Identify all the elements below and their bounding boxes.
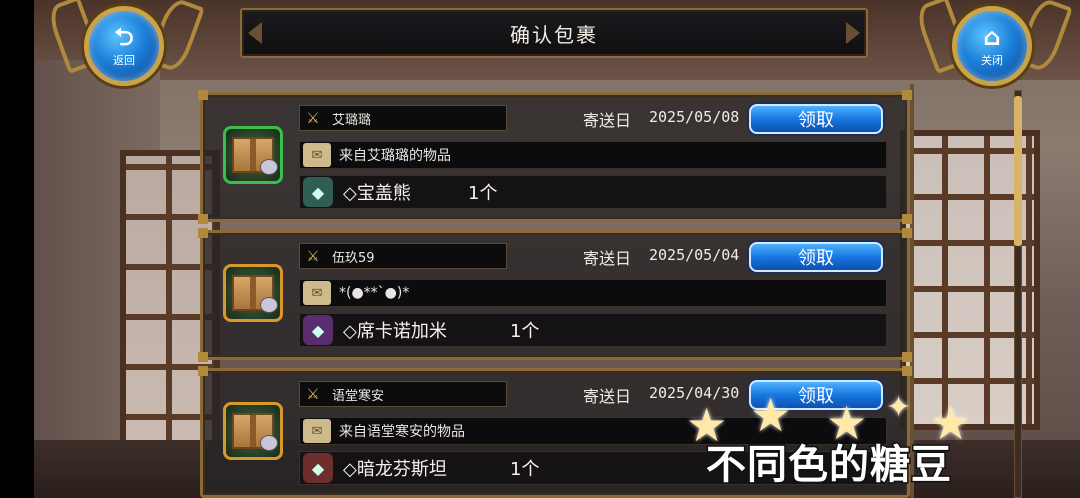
card-corner xyxy=(198,214,208,224)
item-name: ◇席卡诺加米 xyxy=(343,321,447,342)
letter-scroll-icon: ✉ xyxy=(303,281,331,305)
sender-name: 艾璐璐 xyxy=(332,112,372,128)
sender-icon: ⚔ xyxy=(306,385,320,403)
claim-button[interactable]: 领取 xyxy=(749,242,883,272)
sender-icon: ⚔ xyxy=(306,247,320,265)
send-date-label: 寄送日 xyxy=(583,249,632,268)
page-title: 确认包裹 xyxy=(510,22,598,47)
item-name: ◇宝盖熊 xyxy=(343,183,411,204)
package-icon xyxy=(223,264,283,322)
sender-name: 语堂寒安 xyxy=(332,388,385,404)
list-scrollbar-thumb[interactable] xyxy=(1014,96,1022,246)
message-text: 来自艾璐璐的物品 xyxy=(339,148,451,164)
send-date: 2025/05/08 xyxy=(649,108,740,126)
item-gem-icon: ◆ xyxy=(303,177,333,207)
message-text: 来自语堂寒安的物品 xyxy=(339,424,465,440)
caption-text: 不同色的糖豆 xyxy=(705,441,953,490)
sender-field: ⚔ 伍玖59 xyxy=(299,243,507,269)
item-field: ◆ ◇宝盖熊 1个 xyxy=(299,175,887,209)
claim-button[interactable]: 领取 xyxy=(749,104,883,134)
card-corner xyxy=(902,352,912,362)
card-corner xyxy=(198,366,208,376)
message-field: ✉ *(●**`●)* xyxy=(299,279,887,307)
bear-face-icon xyxy=(260,435,278,451)
close-button-label: 关闭 xyxy=(981,54,1003,67)
card-corner xyxy=(902,214,912,224)
mail-card: ⚔ 伍玖59 寄送日 2025/05/04 领取 ✉ *(●**`●)* ◆ ◇… xyxy=(198,228,912,362)
item-quantity: 1个 xyxy=(510,321,540,342)
package-icon xyxy=(223,126,283,184)
card-corner xyxy=(902,366,912,376)
item-quantity: 1个 xyxy=(510,459,540,480)
card-corner xyxy=(902,228,912,238)
send-date-label: 寄送日 xyxy=(583,111,632,130)
item-gem-icon: ◆ xyxy=(303,453,333,483)
box-icon xyxy=(232,413,278,451)
letter-scroll-icon: ✉ xyxy=(303,419,331,443)
message-text: *(●**`●)* xyxy=(339,285,410,301)
letter-scroll-icon: ✉ xyxy=(303,143,331,167)
sender-field: ⚔ 语堂寒安 xyxy=(299,381,507,407)
box-icon xyxy=(232,137,278,175)
item-quantity: 1个 xyxy=(468,183,498,204)
back-arrow-icon: ⮌ xyxy=(114,23,134,51)
bear-face-icon xyxy=(260,297,278,313)
item-gem-icon: ◆ xyxy=(303,315,333,345)
sparkle-icon: ✦ xyxy=(886,390,912,425)
bear-face-icon xyxy=(260,159,278,175)
send-date-label: 寄送日 xyxy=(583,387,632,406)
card-corner xyxy=(198,228,208,238)
title-bar: 确认包裹 xyxy=(240,8,868,58)
card-corner xyxy=(198,352,208,362)
item-field: ◆ ◇席卡诺加米 1个 xyxy=(299,313,887,347)
item-name: ◇暗龙芬斯坦 xyxy=(343,459,447,480)
send-date: 2025/05/04 xyxy=(649,246,740,264)
mail-card: ⚔ 艾璐璐 寄送日 2025/05/08 领取 ✉ 来自艾璐璐的物品 ◆ ◇宝盖… xyxy=(198,90,912,224)
left-letterbox xyxy=(0,0,34,498)
caption-sticker: ★ ★ ★ ✦ ★ 不同色的糖豆 xyxy=(686,388,986,498)
card-corner xyxy=(902,90,912,100)
back-button[interactable]: ⮌ 返回 xyxy=(84,6,164,86)
back-button-label: 返回 xyxy=(113,54,135,67)
card-corner xyxy=(198,90,208,100)
sender-field: ⚔ 艾璐璐 xyxy=(299,105,507,131)
box-icon xyxy=(232,275,278,313)
package-icon xyxy=(223,402,283,460)
message-field: ✉ 来自艾璐璐的物品 xyxy=(299,141,887,169)
sender-icon: ⚔ xyxy=(306,109,320,127)
home-icon: ⌂ xyxy=(983,23,1001,51)
sender-name: 伍玖59 xyxy=(332,250,375,266)
close-button[interactable]: ⌂ 关闭 xyxy=(952,6,1032,86)
